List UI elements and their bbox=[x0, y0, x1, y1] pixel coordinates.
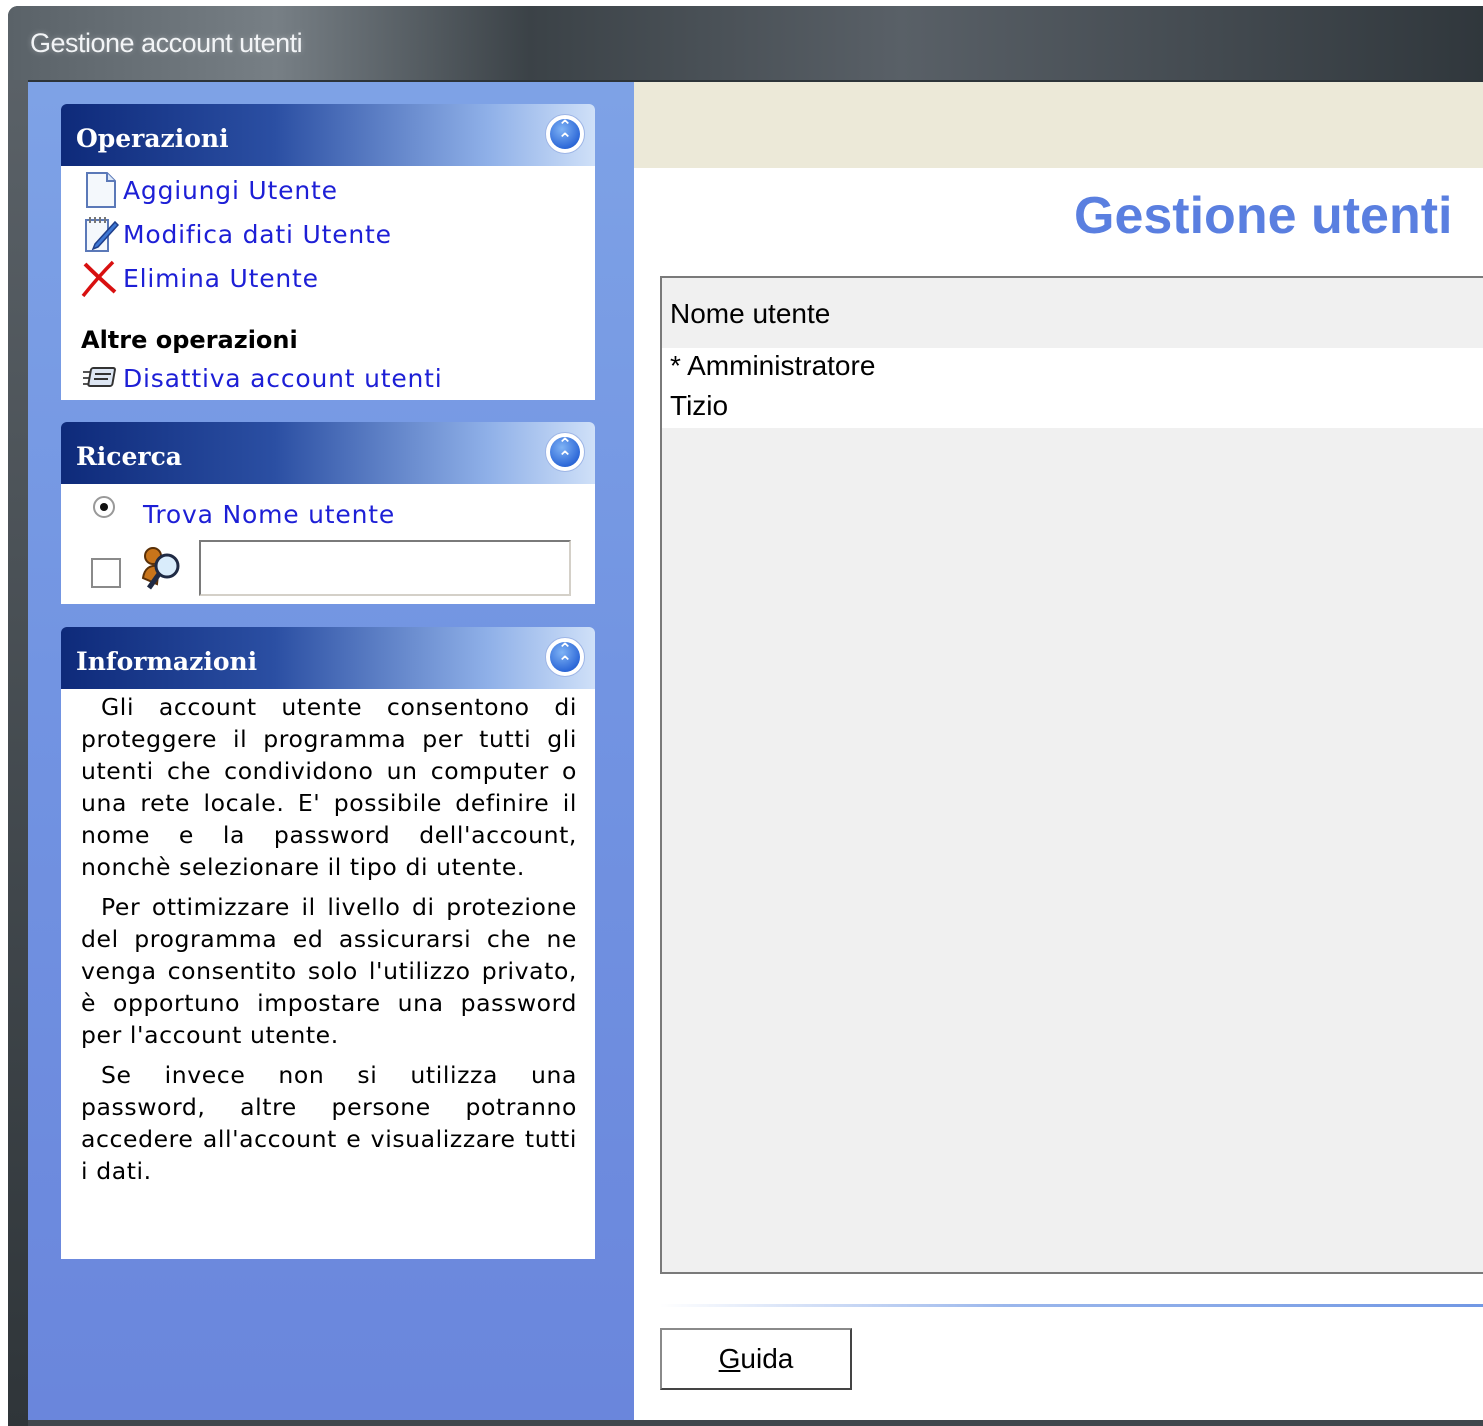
disable-accounts-link[interactable]: Disattiva account utenti bbox=[123, 364, 443, 393]
page-title: Gestione utenti bbox=[1074, 187, 1453, 245]
delete-x-icon bbox=[81, 258, 123, 298]
info-panel-title: Informazioni bbox=[76, 647, 258, 676]
op-add-user[interactable]: Aggiungi Utente bbox=[81, 170, 338, 210]
op-disable-accounts[interactable]: Disattiva account utenti bbox=[81, 358, 443, 398]
task-pane: Operazioni ⌃ ⌃ Aggiungi Utente Modifica … bbox=[28, 82, 634, 1420]
list-item[interactable]: * Amministratore bbox=[662, 348, 1483, 388]
new-document-icon bbox=[81, 170, 123, 210]
title-bar[interactable]: Gestione account utenti bbox=[8, 6, 1483, 80]
radio-dot bbox=[100, 503, 108, 511]
search-users-icon[interactable] bbox=[139, 544, 187, 592]
users-list-rows: * Amministratore Tizio bbox=[662, 348, 1483, 428]
find-username-label[interactable]: Trova Nome utente bbox=[143, 500, 395, 529]
disable-account-icon bbox=[81, 358, 123, 398]
search-panel-title: Ricerca bbox=[76, 442, 182, 471]
search-input[interactable] bbox=[199, 540, 571, 596]
help-button-accel: G bbox=[718, 1343, 741, 1374]
search-panel-header[interactable]: Ricerca ⌃ ⌃ bbox=[61, 422, 595, 484]
info-panel-header[interactable]: Informazioni ⌃ ⌃ bbox=[61, 627, 595, 689]
info-panel: Informazioni ⌃ ⌃ Gli account utente conse… bbox=[61, 627, 595, 1259]
top-band bbox=[634, 82, 1483, 168]
help-button[interactable]: Guida bbox=[660, 1328, 852, 1390]
list-item[interactable]: Tizio bbox=[662, 388, 1483, 428]
info-paragraph: Gli account utente consentono di protegg… bbox=[81, 693, 577, 881]
other-operations-heading: Altre operazioni bbox=[81, 326, 298, 354]
op-delete-user[interactable]: Elimina Utente bbox=[81, 258, 319, 298]
info-panel-body: Gli account utente consentono di protegg… bbox=[61, 689, 595, 1259]
username-cell: * Amministratore bbox=[670, 350, 876, 381]
operations-panel-header[interactable]: Operazioni ⌃ ⌃ bbox=[61, 104, 595, 166]
help-button-label: uida bbox=[740, 1343, 794, 1374]
collapse-search-button[interactable]: ⌃ ⌃ bbox=[545, 432, 585, 472]
separator-line bbox=[660, 1304, 1483, 1307]
info-text: Gli account utente consentono di protegg… bbox=[81, 691, 577, 1195]
find-username-radio[interactable] bbox=[93, 496, 115, 518]
info-paragraph: Per ottimizzare il livello di protezione… bbox=[81, 893, 577, 1049]
main-content: Gestione utenti Nome utente * Amministra… bbox=[634, 82, 1483, 1420]
chevron-up-icon: ⌃ ⌃ bbox=[550, 642, 580, 672]
chevron-up-icon: ⌃ ⌃ bbox=[550, 437, 580, 467]
chevron-up-icon: ⌃ ⌃ bbox=[550, 119, 580, 149]
collapse-info-button[interactable]: ⌃ ⌃ bbox=[545, 637, 585, 677]
operations-panel-body: Aggiungi Utente Modifica dati Utente Eli… bbox=[61, 166, 595, 400]
delete-user-link[interactable]: Elimina Utente bbox=[123, 264, 319, 293]
window-title: Gestione account utenti bbox=[30, 28, 303, 58]
operations-panel-title: Operazioni bbox=[76, 124, 229, 153]
op-edit-user[interactable]: Modifica dati Utente bbox=[81, 214, 392, 254]
column-header-username[interactable]: Nome utente bbox=[662, 278, 1483, 348]
username-cell: Tizio bbox=[670, 390, 729, 421]
column-header-label: Nome utente bbox=[670, 298, 831, 329]
window-frame-left bbox=[8, 80, 28, 1426]
add-user-link[interactable]: Aggiungi Utente bbox=[123, 176, 338, 205]
users-list[interactable]: Nome utente * Amministratore Tizio bbox=[660, 276, 1483, 1274]
operations-panel: Operazioni ⌃ ⌃ Aggiungi Utente Modifica … bbox=[61, 104, 595, 400]
search-panel: Ricerca ⌃ ⌃ Trova Nome utente bbox=[61, 422, 595, 604]
search-panel-body: Trova Nome utente bbox=[61, 484, 595, 604]
edit-document-icon bbox=[81, 214, 123, 254]
search-enable-checkbox[interactable] bbox=[91, 558, 121, 588]
edit-user-link[interactable]: Modifica dati Utente bbox=[123, 220, 392, 249]
collapse-operations-button[interactable]: ⌃ ⌃ bbox=[545, 114, 585, 154]
info-paragraph: Se invece non si utilizza una password, … bbox=[81, 1061, 577, 1185]
